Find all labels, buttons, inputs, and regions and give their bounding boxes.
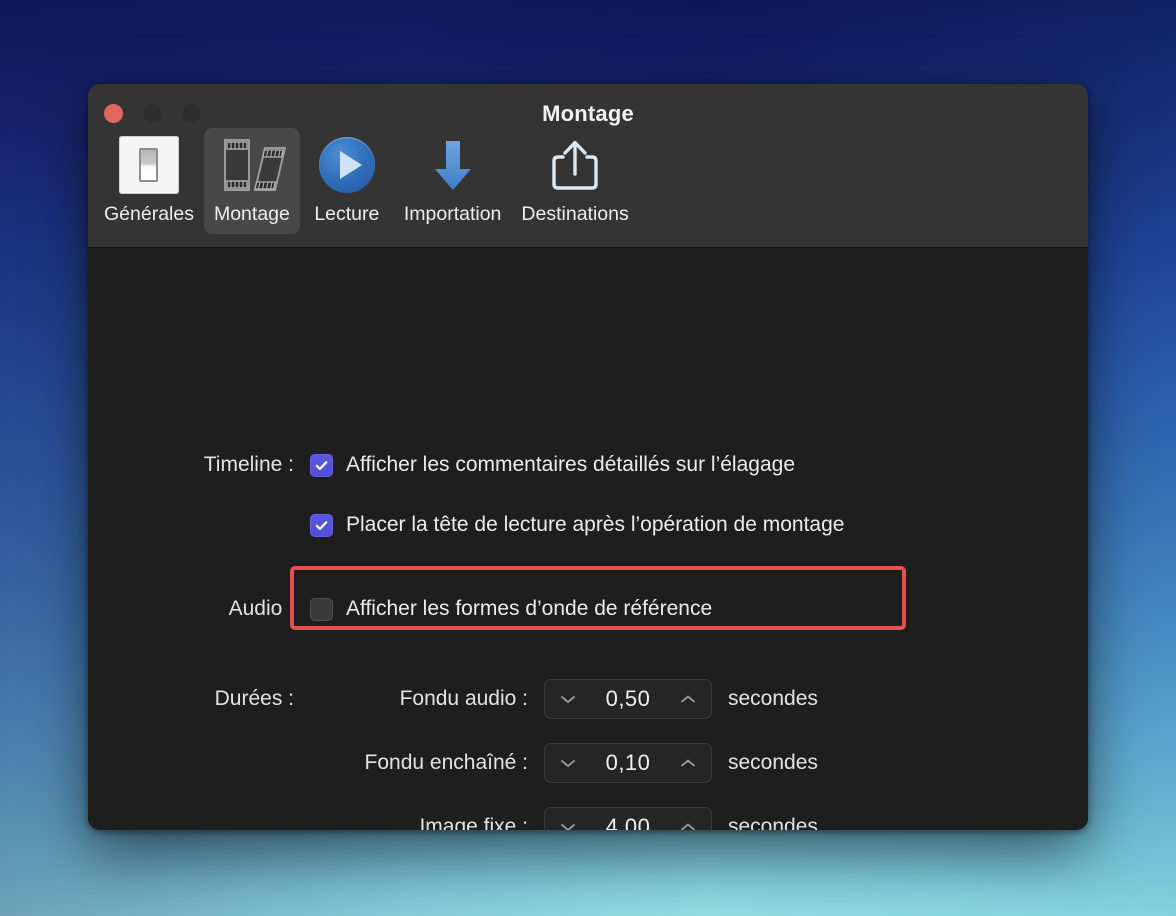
tab-destinations[interactable]: Destinations [511, 128, 638, 234]
row-audio: Audio : Afficher les formes d’onde de ré… [88, 597, 712, 621]
chevron-up-icon [681, 823, 695, 830]
film-strips-icon [215, 136, 289, 194]
preferences-content: Timeline : Afficher les commentaires dét… [88, 248, 1088, 830]
stepper-value: 4,00 [605, 814, 651, 830]
chevron-up-icon [681, 695, 695, 703]
row-duration-image-fixe: Image fixe : 4,00 secondes [88, 807, 818, 830]
tab-importation[interactable]: Importation [394, 128, 512, 234]
duration-label: Image fixe : [419, 815, 528, 830]
toolbar-tab-list: Générales Montage Lecture Importation De… [94, 128, 639, 234]
audio-label: Audio : [228, 597, 294, 620]
tab-label: Destinations [521, 203, 629, 225]
tab-montage[interactable]: Montage [203, 128, 300, 234]
preferences-window: Montage Générales Montage Lecture Import… [88, 84, 1088, 830]
duration-unit: secondes [728, 687, 818, 710]
checkbox-label: Afficher les commentaires détaillés sur … [346, 453, 795, 476]
row-timeline-2: Placer la tête de lecture après l’opérat… [88, 513, 844, 537]
timeline-label: Timeline : [203, 453, 294, 476]
duration-label: Fondu audio : [399, 687, 528, 710]
duration-unit: secondes [728, 751, 818, 774]
light-switch-icon [118, 136, 179, 194]
window-title: Montage [542, 101, 634, 126]
row-timeline-1: Timeline : Afficher les commentaires dét… [88, 453, 795, 477]
stepper-fondu-audio[interactable]: 0,50 [544, 679, 712, 719]
chevron-down-icon [561, 824, 575, 830]
play-circle-icon [318, 136, 375, 194]
tab-generales[interactable]: Générales [94, 128, 204, 234]
chevron-up-icon [681, 759, 695, 767]
tab-label: Montage [213, 203, 290, 225]
tab-label: Générales [104, 203, 194, 225]
durations-label: Durées : [214, 687, 294, 710]
tab-label: Lecture [314, 203, 380, 225]
checkbox-detailed-trim-comments[interactable] [310, 453, 333, 477]
share-export-icon [548, 136, 602, 194]
window-toolbar: Montage Générales Montage Lecture Import… [88, 84, 1088, 248]
chevron-down-icon [561, 696, 575, 703]
download-arrow-icon [424, 136, 482, 194]
stepper-image-fixe[interactable]: 4,00 [544, 807, 712, 830]
checkbox-label: Afficher les formes d’onde de référence [346, 597, 713, 620]
tab-label: Importation [403, 203, 502, 225]
checkbox-reference-waveforms[interactable] [310, 597, 333, 621]
chevron-down-icon [561, 760, 575, 767]
duration-label: Fondu enchaîné : [364, 751, 528, 774]
tab-lecture[interactable]: Lecture [300, 128, 394, 234]
checkbox-playhead-after-edit[interactable] [310, 513, 333, 537]
stepper-fondu-enchaine[interactable]: 0,10 [544, 743, 712, 783]
row-duration-fondu-enchaine: Fondu enchaîné : 0,10 secondes [88, 743, 818, 783]
stepper-value: 0,50 [605, 686, 651, 711]
checkbox-label: Placer la tête de lecture après l’opérat… [346, 513, 845, 536]
row-duration-fondu-audio: Durées : Fondu audio : 0,50 secondes [88, 679, 818, 719]
duration-unit: secondes [728, 815, 818, 830]
stepper-value: 0,10 [605, 750, 651, 775]
